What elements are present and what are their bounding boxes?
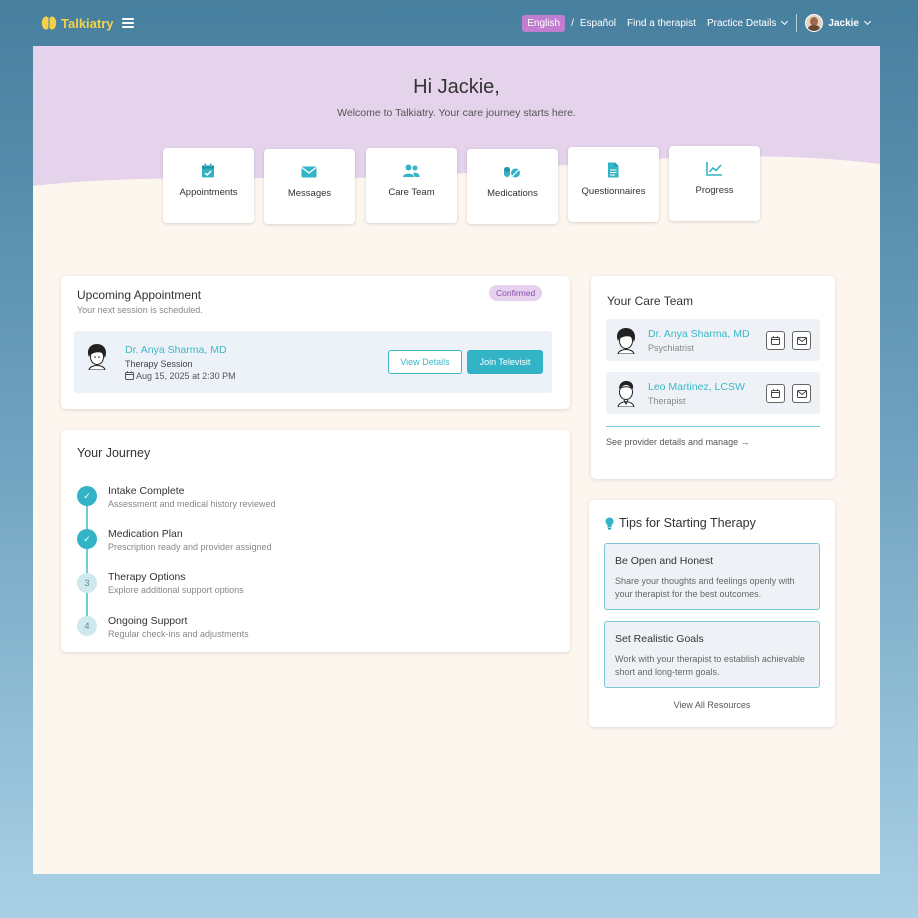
quick-link-label: Care Team: [388, 187, 435, 198]
quick-link-questionnaires[interactable]: Questionnaires: [568, 147, 659, 222]
top-nav: English / Español Find a therapist Pract…: [522, 14, 872, 32]
envelope-icon: [796, 389, 807, 398]
tips-card: Tips for Starting Therapy Be Open and Ho…: [589, 500, 835, 727]
message-button[interactable]: [792, 331, 811, 350]
quick-link-label: Progress: [695, 185, 734, 196]
journey-title: Your Journey: [77, 446, 151, 460]
brand-name: Talkiatry: [61, 15, 114, 31]
doctor-avatar: [87, 344, 107, 370]
care-team-card: Your Care Team Dr. Anya Sharma, MD Psych…: [591, 276, 835, 479]
upcoming-appointment-card: Upcoming Appointment Your next session i…: [61, 276, 570, 409]
calendar-icon: [771, 336, 780, 345]
top-bar: Talkiatry English / Español Find a thera…: [0, 0, 918, 46]
quick-link-label: Medications: [487, 188, 538, 199]
calendar-icon: [125, 371, 134, 380]
hamburger-menu-icon[interactable]: [121, 18, 134, 28]
tips-title: Tips for Starting Therapy: [619, 516, 756, 530]
practice-details-label: Practice Details: [706, 17, 777, 29]
doctor-avatar: [616, 328, 636, 354]
practice-details-menu[interactable]: Practice Details: [706, 17, 789, 29]
welcome-message: Welcome to Talkiatry. Your care journey …: [337, 107, 576, 119]
quick-link-label: Questionnaires: [581, 186, 646, 197]
pills-icon: [504, 167, 520, 178]
users-icon: [403, 164, 420, 177]
step-title: Medication Plan: [108, 528, 183, 540]
quick-link-medications[interactable]: Medications: [467, 149, 558, 224]
page-content: Hi Jackie, Welcome to Talkiatry. Your ca…: [33, 46, 880, 874]
language-separator: /: [571, 17, 574, 29]
quick-link-label: Appointments: [179, 187, 238, 198]
appointment-datetime: Aug 15, 2025 at 2:30 PM: [136, 371, 236, 381]
nav-divider: [796, 14, 798, 32]
manage-providers-label: See provider details and manage: [606, 437, 739, 447]
step-title: Ongoing Support: [108, 615, 188, 627]
quick-link-progress[interactable]: Progress: [669, 146, 760, 221]
brand[interactable]: Talkiatry: [41, 15, 134, 31]
step-desc: Regular check-ins and adjustments: [108, 629, 249, 639]
step-number: 4: [77, 616, 97, 636]
step-title: Therapy Options: [108, 571, 186, 583]
care-team-member: Leo Martinez, LCSW Therapist: [606, 372, 820, 414]
avatar: [805, 14, 824, 32]
user-name: Jackie: [828, 17, 859, 29]
appointment-time: Aug 15, 2025 at 2:30 PM: [125, 371, 236, 381]
calendar-check-icon: [202, 163, 214, 178]
step-number: 3: [77, 573, 97, 593]
step-desc: Explore additional support options: [108, 585, 244, 595]
schedule-button[interactable]: [766, 384, 785, 403]
care-team-member: Dr. Anya Sharma, MD Psychiatrist: [606, 319, 820, 361]
join-televisit-button[interactable]: Join Televisit: [467, 350, 543, 374]
arrow-right-icon: →: [740, 437, 750, 447]
view-details-button[interactable]: View Details: [388, 350, 462, 374]
envelope-icon: [796, 336, 807, 345]
chevron-down-icon: [781, 17, 789, 25]
manage-providers-link[interactable]: See provider details and manage →: [606, 437, 750, 447]
journey-card: Your Journey ✓ Intake Complete Assessmen…: [61, 430, 570, 652]
user-menu[interactable]: Jackie: [805, 14, 872, 32]
chevron-down-icon: [863, 17, 872, 25]
appointment-subtitle: Your next session is scheduled.: [77, 305, 203, 315]
brain-logo-icon: [41, 16, 57, 30]
appointment-title: Upcoming Appointment: [77, 288, 202, 302]
quick-link-appointments[interactable]: Appointments: [163, 148, 254, 223]
member-role: Psychiatrist: [648, 343, 695, 353]
therapist-avatar: [617, 381, 635, 407]
lightbulb-icon: [605, 517, 614, 530]
document-icon: [608, 162, 619, 178]
schedule-button[interactable]: [766, 331, 785, 350]
appointment-detail: Dr. Anya Sharma, MD Therapy Session Aug …: [74, 331, 552, 393]
care-team-title: Your Care Team: [607, 294, 694, 308]
language-english[interactable]: English: [522, 14, 566, 32]
message-button[interactable]: [792, 384, 811, 403]
member-name[interactable]: Dr. Anya Sharma, MD: [648, 328, 750, 340]
language-espanol[interactable]: Español: [580, 18, 616, 29]
tip-title: Set Realistic Goals: [615, 633, 704, 645]
calendar-icon: [771, 389, 780, 398]
quick-link-messages[interactable]: Messages: [264, 149, 355, 224]
tip-title: Be Open and Honest: [615, 555, 714, 567]
step-title: Intake Complete: [108, 485, 185, 497]
quick-link-label: Messages: [287, 188, 332, 199]
member-name[interactable]: Leo Martinez, LCSW: [648, 381, 745, 393]
appointment-type: Therapy Session: [125, 359, 193, 369]
envelope-icon: [301, 166, 317, 178]
divider: [606, 426, 820, 427]
status-badge: Confirmed: [489, 285, 543, 301]
tip-body: Work with your therapist to establish ac…: [615, 654, 805, 677]
appointment-provider[interactable]: Dr. Anya Sharma, MD: [125, 344, 227, 356]
step-desc: Prescription ready and provider assigned: [108, 542, 272, 552]
quick-link-care-team[interactable]: Care Team: [366, 148, 457, 223]
tip-body: Share your thoughts and feelings openly …: [615, 576, 795, 599]
greeting: Hi Jackie,: [413, 76, 500, 98]
step-complete-check-icon: ✓: [77, 529, 97, 549]
member-role: Therapist: [648, 396, 686, 406]
tip-card: Be Open and Honest Share your thoughts a…: [604, 543, 820, 610]
chart-line-icon: [706, 162, 722, 176]
view-all-resources-link[interactable]: View All Resources: [589, 700, 835, 710]
find-therapist-link[interactable]: Find a therapist: [627, 18, 696, 29]
step-complete-check-icon: ✓: [77, 486, 97, 506]
step-desc: Assessment and medical history reviewed: [108, 499, 276, 509]
tip-card: Set Realistic Goals Work with your thera…: [604, 621, 820, 688]
